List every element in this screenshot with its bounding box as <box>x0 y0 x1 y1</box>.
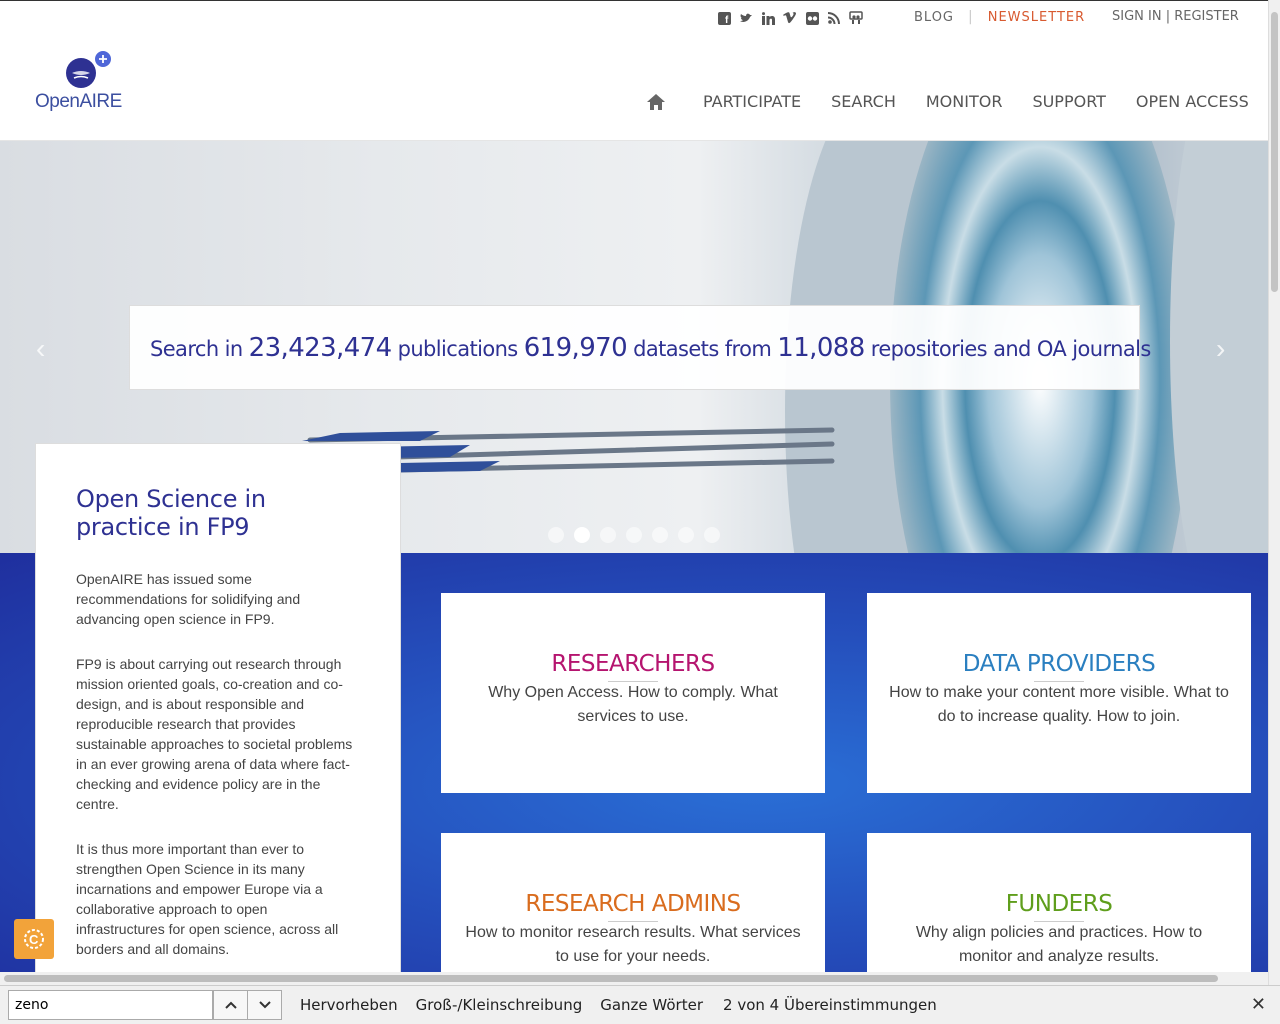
carousel-prev-icon[interactable]: ‹ <box>36 333 45 365</box>
carousel-dot[interactable] <box>704 527 720 543</box>
repositories-count: 11,088 <box>777 332 865 363</box>
card-text: How to make your content more visible. W… <box>889 684 1229 725</box>
nav-participate[interactable]: PARTICIPATE <box>703 92 801 111</box>
card-title: RESEARCHERS <box>551 651 715 677</box>
publications-label: publications <box>397 336 519 361</box>
card-researchers[interactable]: RESEARCHERS Why Open Access. How to comp… <box>441 593 825 793</box>
news-card: Open Science in practice in FP9 OpenAIRE… <box>35 443 401 973</box>
newsletter-link[interactable]: NEWSLETTER <box>988 10 1085 25</box>
social-links: f <box>716 10 864 26</box>
twitter-icon[interactable] <box>738 10 754 26</box>
main-nav: PARTICIPATE SEARCH MONITOR SUPPORT OPEN … <box>646 92 1249 111</box>
find-bar: Hervorheben Groß-/Kleinschreibung Ganze … <box>0 985 1280 1024</box>
find-status: 2 von 4 Übereinstimmungen <box>723 996 937 1014</box>
datasets-label: datasets from <box>633 336 772 361</box>
card-title: RESEARCH ADMINS <box>525 891 741 917</box>
hero-search-banner[interactable]: Search in 23,423,474 publications 619,97… <box>129 305 1151 390</box>
carousel-dot[interactable] <box>652 527 668 543</box>
find-input[interactable] <box>8 990 213 1020</box>
chevron-down-icon <box>258 1001 271 1009</box>
card-text: Why align policies and practices. How to… <box>915 924 1203 965</box>
scrollbar-thumb[interactable] <box>4 975 1218 982</box>
highlight-all-toggle[interactable]: Hervorheben <box>300 996 398 1014</box>
find-next-button[interactable] <box>247 990 282 1020</box>
search-prefix: Search in <box>150 336 243 361</box>
repositories-label: repositories and OA journals <box>870 336 1152 361</box>
news-paragraph: It is thus more important than ever to s… <box>76 841 339 957</box>
cookie-settings-icon[interactable]: C <box>14 919 54 959</box>
logo-wordmark[interactable]: OpenAIRE <box>35 91 122 113</box>
whole-words-toggle[interactable]: Ganze Wörter <box>600 996 703 1014</box>
carousel-next-icon[interactable]: › <box>1216 333 1225 365</box>
svg-text:C: C <box>29 932 39 947</box>
close-icon[interactable]: ✕ <box>1251 994 1266 1015</box>
flickr-icon[interactable] <box>804 10 820 26</box>
site-header: f BLOG | NEWSLETTER SIGN IN | REGISTER O… <box>0 0 1268 141</box>
news-paragraph: FP9 is about carrying out research throu… <box>76 656 353 812</box>
carousel-dot[interactable] <box>574 527 590 543</box>
carousel-indicators <box>548 527 720 543</box>
card-title: DATA PROVIDERS <box>962 651 1156 677</box>
linkedin-icon[interactable] <box>760 10 776 26</box>
facebook-icon[interactable]: f <box>716 10 732 26</box>
card-title: FUNDERS <box>1005 891 1113 917</box>
scrollbar-thumb[interactable] <box>1271 12 1278 292</box>
datasets-count: 619,970 <box>523 332 628 363</box>
slideshare-icon[interactable] <box>848 10 864 26</box>
card-data-providers[interactable]: DATA PROVIDERS How to make your content … <box>867 593 1251 793</box>
home-icon[interactable] <box>646 93 666 111</box>
nav-divider: | <box>968 9 974 25</box>
card-text: How to monitor research results. What se… <box>465 924 801 965</box>
find-previous-button[interactable] <box>213 990 248 1020</box>
rss-icon[interactable] <box>826 10 842 26</box>
chevron-up-icon <box>224 1001 237 1009</box>
nav-support[interactable]: SUPPORT <box>1032 92 1105 111</box>
news-paragraph: OpenAIRE has issued some recommendations… <box>76 571 301 627</box>
nav-open-access[interactable]: OPEN ACCESS <box>1136 92 1249 111</box>
nav-search[interactable]: SEARCH <box>831 92 896 111</box>
hero-search-text[interactable]: Search in 23,423,474 publications 619,97… <box>150 333 1151 363</box>
carousel-dot[interactable] <box>548 527 564 543</box>
match-case-toggle[interactable]: Groß-/Kleinschreibung <box>416 996 583 1014</box>
card-text: Why Open Access. How to comply. What ser… <box>488 684 778 725</box>
publications-count: 23,423,474 <box>248 332 392 363</box>
news-card-title[interactable]: Open Science in practice in FP9 <box>76 485 360 541</box>
carousel-dot[interactable] <box>600 527 616 543</box>
signin-register-link[interactable]: SIGN IN | REGISTER <box>1112 9 1239 24</box>
blog-link[interactable]: BLOG <box>914 10 954 25</box>
nav-monitor[interactable]: MONITOR <box>926 92 1003 111</box>
horizontal-scrollbar[interactable] <box>0 972 1268 985</box>
vertical-scrollbar[interactable] <box>1268 0 1280 985</box>
top-utility-nav: BLOG | NEWSLETTER <box>914 9 1085 25</box>
vimeo-icon[interactable] <box>782 10 798 26</box>
carousel-dot[interactable] <box>626 527 642 543</box>
carousel-dot[interactable] <box>678 527 694 543</box>
